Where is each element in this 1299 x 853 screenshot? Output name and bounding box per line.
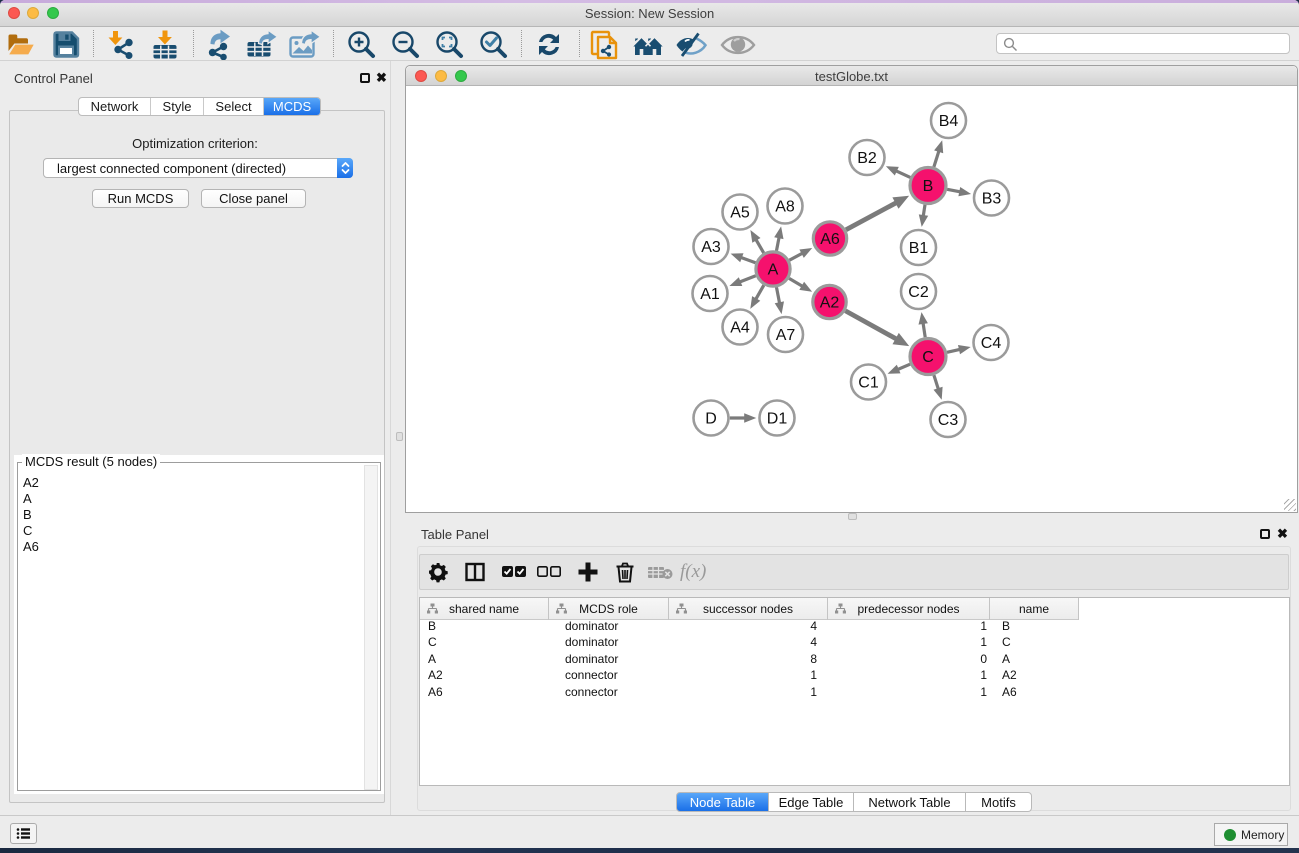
svg-text:C3: C3: [938, 412, 959, 429]
svg-text:D: D: [705, 411, 717, 428]
svg-text:B4: B4: [939, 113, 959, 130]
svg-text:A5: A5: [730, 205, 750, 222]
svg-text:B2: B2: [857, 150, 877, 167]
svg-text:B: B: [923, 178, 934, 195]
svg-text:A4: A4: [730, 320, 750, 337]
svg-text:A2: A2: [820, 295, 840, 312]
svg-text:A3: A3: [701, 239, 721, 256]
svg-text:C2: C2: [908, 284, 929, 301]
svg-text:C4: C4: [981, 335, 1002, 352]
svg-text:B1: B1: [909, 240, 929, 257]
svg-text:C1: C1: [858, 375, 879, 392]
svg-text:A1: A1: [700, 286, 720, 303]
svg-text:A6: A6: [820, 231, 840, 248]
svg-text:A7: A7: [776, 327, 796, 344]
svg-text:A8: A8: [775, 199, 795, 216]
svg-text:C: C: [922, 349, 934, 366]
svg-text:B3: B3: [982, 191, 1002, 208]
svg-text:D1: D1: [767, 411, 788, 428]
svg-text:A: A: [768, 262, 779, 279]
